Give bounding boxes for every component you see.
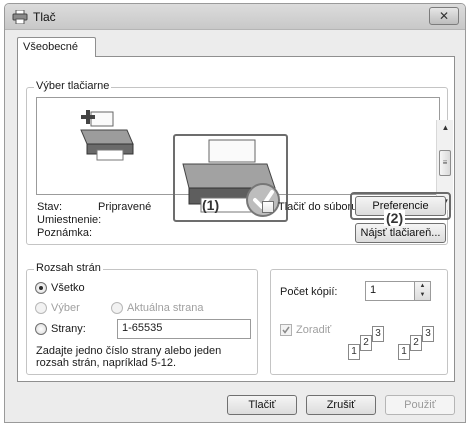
pages-label: Strany: <box>51 323 86 335</box>
callout-1: (1) <box>202 197 220 213</box>
status-label: Stav: <box>37 201 63 213</box>
find-printer-button[interactable]: Nájsť tlačiareň... <box>355 223 446 243</box>
spin-down-icon[interactable]: ▼ <box>415 291 430 300</box>
tab-general[interactable]: Všeobecné <box>17 37 96 57</box>
cancel-button[interactable]: Zrušiť <box>306 395 376 415</box>
copies-label: Počet kópií: <box>280 286 338 298</box>
print-to-file-label: Tlačiť do súboru <box>278 201 358 213</box>
status-value: Pripravené <box>98 201 152 213</box>
collate-checkbox[interactable] <box>280 324 292 336</box>
collate-label: Zoradiť <box>296 324 332 336</box>
apply-button[interactable]: Použiť <box>385 395 455 415</box>
collate-pages-icon-2: 1 2 3 <box>398 324 442 364</box>
radio-selected-dot <box>39 286 43 290</box>
current-page-radio[interactable] <box>111 302 123 314</box>
close-button[interactable]: ✕ <box>429 7 459 25</box>
printer-list[interactable]: ▲ ≡ ▼ <box>36 97 453 222</box>
printer-icon <box>12 9 28 25</box>
page-range-hint: Zadajte jedno číslo strany alebo jeden r… <box>36 345 222 369</box>
add-printer-icon[interactable] <box>77 110 139 162</box>
selection-radio[interactable] <box>35 302 47 314</box>
scroll-up-icon[interactable]: ▲ <box>437 120 454 136</box>
all-pages-radio[interactable] <box>35 282 47 294</box>
current-page-label: Aktuálna strana <box>127 302 204 314</box>
print-dialog: Tlač ✕ Všeobecné Výber tlačiarne ▲ ≡ Sta… <box>4 3 466 423</box>
comment-label: Poznámka: <box>37 227 93 239</box>
callout-2: (2) <box>384 210 406 226</box>
scroll-thumb[interactable]: ≡ <box>439 150 451 176</box>
pages-radio[interactable] <box>35 323 47 335</box>
all-pages-label: Všetko <box>51 282 85 294</box>
title-bar: Tlač ✕ <box>5 4 465 30</box>
location-label: Umiestnenie: <box>37 214 102 226</box>
page-range-label: Rozsah strán <box>34 262 103 274</box>
print-button[interactable]: Tlačiť <box>227 395 297 415</box>
pages-input[interactable]: 1-65535 <box>117 319 251 339</box>
spin-up-icon[interactable]: ▲ <box>415 282 430 291</box>
print-to-file-checkbox[interactable] <box>262 201 274 213</box>
copies-spinner[interactable]: ▲ ▼ <box>414 282 430 300</box>
window-title: Tlač <box>33 10 56 24</box>
tab-panel-general: Výber tlačiarne ▲ ≡ Stav: Pripravené Umi… <box>17 56 455 382</box>
printer-selection-label: Výber tlačiarne <box>34 80 112 92</box>
selection-label: Výber <box>51 302 80 314</box>
copies-value: 1 <box>370 284 377 296</box>
collate-pages-icon-1: 1 2 3 <box>348 324 392 364</box>
